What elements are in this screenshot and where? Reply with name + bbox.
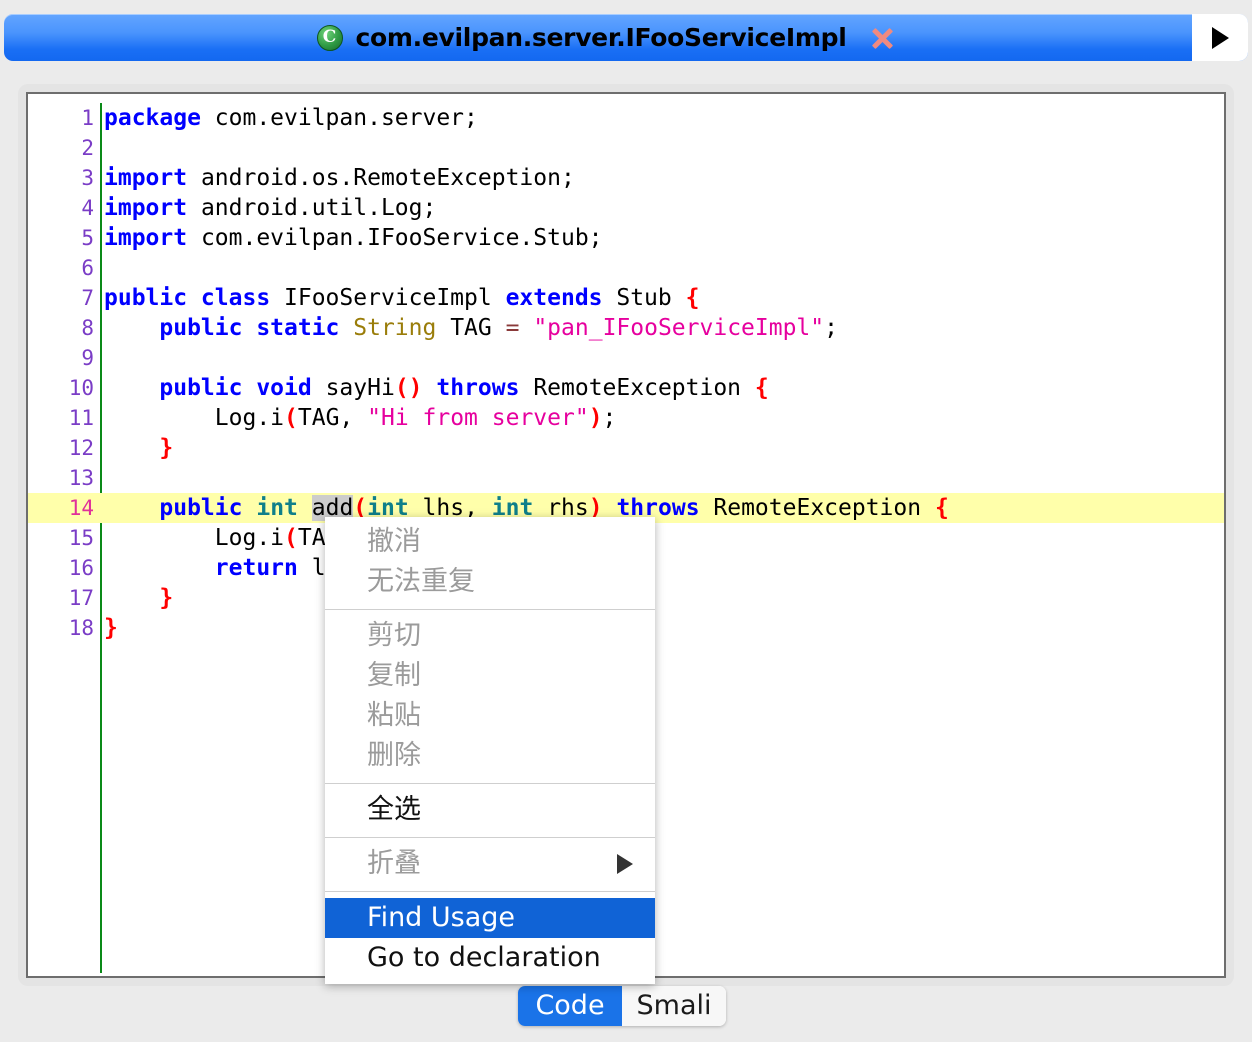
menu-separator bbox=[325, 891, 655, 892]
code-text[interactable]: public class IFooServiceImpl extends Stu… bbox=[104, 283, 699, 313]
line-number: 9 bbox=[28, 343, 94, 373]
menu-separator bbox=[325, 837, 655, 838]
code-line[interactable]: 3 import android.os.RemoteException; bbox=[28, 163, 1224, 193]
code-text[interactable]: } bbox=[104, 613, 118, 643]
menu-item-无法重复: 无法重复 bbox=[325, 562, 655, 602]
menu-item-全选[interactable]: 全选 bbox=[325, 790, 655, 830]
view-mode-tabs[interactable]: CodeSmali bbox=[518, 986, 726, 1026]
menu-item-go-to-declaration[interactable]: Go to declaration bbox=[325, 938, 655, 978]
play-triangle-icon bbox=[1212, 27, 1229, 49]
code-text[interactable]: import com.evilpan.IFooService.Stub; bbox=[104, 223, 603, 253]
code-text[interactable]: import android.os.RemoteException; bbox=[104, 163, 575, 193]
menu-item-label: 无法重复 bbox=[367, 566, 475, 597]
code-line[interactable]: 6 bbox=[28, 253, 1224, 283]
line-number: 13 bbox=[28, 463, 94, 493]
menu-item-折叠: 折叠 bbox=[325, 844, 655, 884]
line-number: 10 bbox=[28, 373, 94, 403]
code-text[interactable]: package com.evilpan.server; bbox=[104, 103, 478, 133]
code-text[interactable]: Log.i(TAG, "Hi from server"); bbox=[104, 403, 616, 433]
code-line[interactable]: 5 import com.evilpan.IFooService.Stub; bbox=[28, 223, 1224, 253]
code-line[interactable]: 7 public class IFooServiceImpl extends St… bbox=[28, 283, 1224, 313]
tab-title: com.evilpan.server.IFooServiceImpl bbox=[356, 23, 847, 52]
code-line[interactable]: 2 bbox=[28, 133, 1224, 163]
line-number: 1 bbox=[28, 103, 94, 133]
line-number: 4 bbox=[28, 193, 94, 223]
line-number: 5 bbox=[28, 223, 94, 253]
tab-ifooserviceimpl[interactable]: C com.evilpan.server.IFooServiceImpl bbox=[4, 14, 1248, 61]
menu-item-find-usage[interactable]: Find Usage bbox=[325, 898, 655, 938]
code-text[interactable]: import android.util.Log; bbox=[104, 193, 436, 223]
code-text[interactable]: Log.i(TAG, bbox=[104, 523, 353, 553]
view-tab-smali[interactable]: Smali bbox=[622, 986, 726, 1026]
menu-separator bbox=[325, 609, 655, 610]
view-tab-code[interactable]: Code bbox=[518, 986, 622, 1026]
code-text[interactable]: public void sayHi() throws RemoteExcepti… bbox=[104, 373, 769, 403]
editor-tab-bar: C com.evilpan.server.IFooServiceImpl bbox=[0, 14, 1252, 61]
line-number: 3 bbox=[28, 163, 94, 193]
menu-item-label: 删除 bbox=[367, 740, 421, 771]
class-icon: C bbox=[317, 25, 343, 51]
code-text[interactable]: } bbox=[104, 433, 173, 463]
code-line[interactable]: 13 bbox=[28, 463, 1224, 493]
menu-item-label: 全选 bbox=[367, 794, 421, 825]
line-number: 8 bbox=[28, 313, 94, 343]
line-number: 14 bbox=[28, 493, 94, 523]
menu-separator bbox=[325, 783, 655, 784]
line-number: 15 bbox=[28, 523, 94, 553]
menu-item-label: 撤消 bbox=[367, 526, 421, 557]
menu-item-剪切: 剪切 bbox=[325, 616, 655, 656]
menu-item-label: Find Usage bbox=[367, 902, 515, 933]
editor-context-menu[interactable]: 撤消无法重复剪切复制粘贴删除全选折叠 Find Usage Go to declar… bbox=[325, 517, 655, 984]
close-icon[interactable] bbox=[867, 23, 897, 53]
code-text[interactable]: public static String TAG = "pan_IFooServ… bbox=[104, 313, 838, 343]
line-number: 17 bbox=[28, 583, 94, 613]
menu-item-删除: 删除 bbox=[325, 736, 655, 776]
menu-item-撤消: 撤消 bbox=[325, 522, 655, 562]
menu-item-label: 剪切 bbox=[367, 620, 421, 651]
code-line[interactable]: 4 import android.util.Log; bbox=[28, 193, 1224, 223]
code-line[interactable]: 11 Log.i(TAG, "Hi from server"); bbox=[28, 403, 1224, 433]
menu-item-复制: 复制 bbox=[325, 656, 655, 696]
line-number: 18 bbox=[28, 613, 94, 643]
code-text[interactable]: } bbox=[104, 583, 173, 613]
line-number: 11 bbox=[28, 403, 94, 433]
code-line[interactable]: 8 public static String TAG = "pan_IFooSe… bbox=[28, 313, 1224, 343]
code-line[interactable]: 10 public void sayHi() throws RemoteExce… bbox=[28, 373, 1224, 403]
code-line[interactable]: 12 } bbox=[28, 433, 1224, 463]
tab-content: C com.evilpan.server.IFooServiceImpl bbox=[317, 23, 898, 53]
line-number: 7 bbox=[28, 283, 94, 313]
submenu-arrow-icon bbox=[617, 854, 633, 874]
menu-item-label: 复制 bbox=[367, 660, 421, 691]
code-line[interactable]: 1 package com.evilpan.server; bbox=[28, 103, 1224, 133]
code-text[interactable]: return lh bbox=[104, 553, 339, 583]
menu-item-粘贴: 粘贴 bbox=[325, 696, 655, 736]
menu-item-label: Go to declaration bbox=[367, 942, 601, 973]
menu-item-label: 粘贴 bbox=[367, 700, 421, 731]
code-line[interactable]: 9 bbox=[28, 343, 1224, 373]
app-window: C com.evilpan.server.IFooServiceImpl 1 pa… bbox=[0, 0, 1252, 1042]
line-number: 12 bbox=[28, 433, 94, 463]
line-number: 6 bbox=[28, 253, 94, 283]
line-number: 2 bbox=[28, 133, 94, 163]
line-number: 16 bbox=[28, 553, 94, 583]
next-tab-button[interactable] bbox=[1192, 14, 1248, 61]
menu-item-label: 折叠 bbox=[367, 848, 421, 879]
